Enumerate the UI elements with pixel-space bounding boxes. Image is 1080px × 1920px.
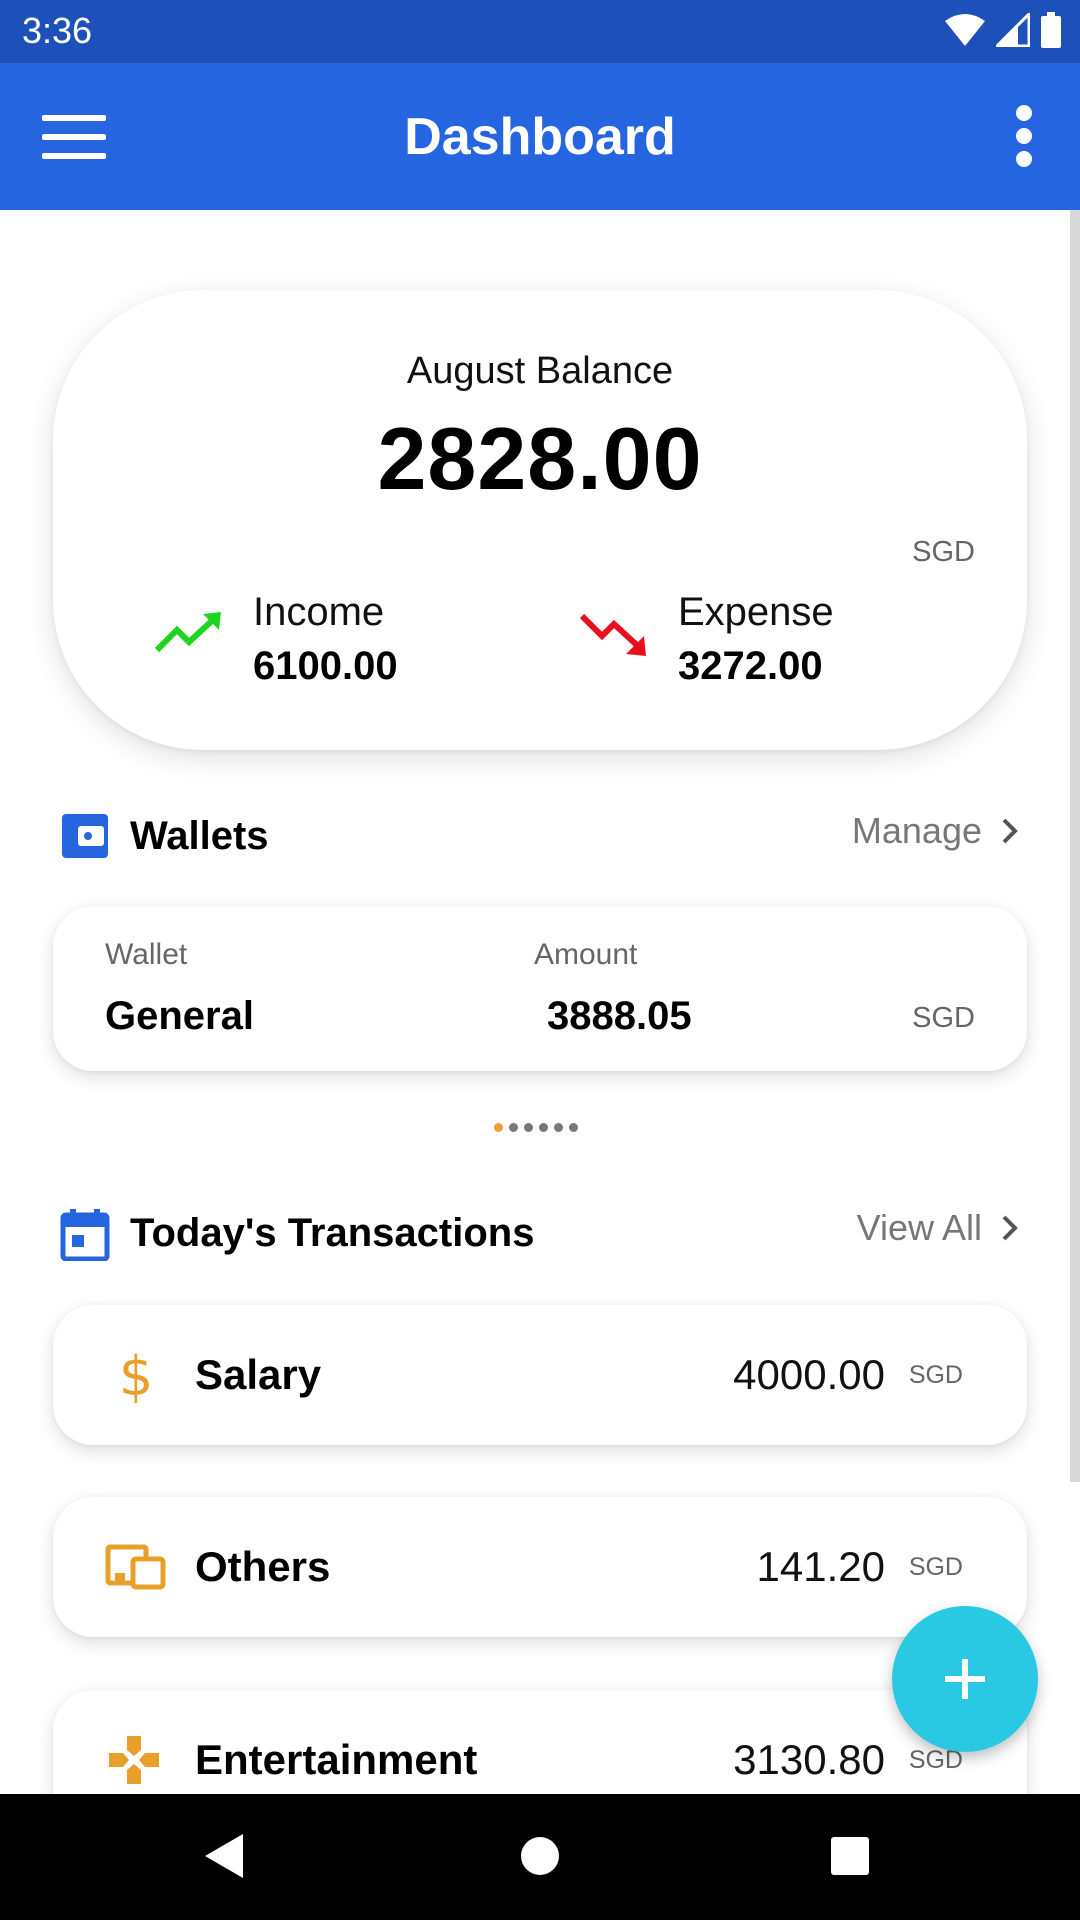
wallets-header: Wallets Manage [60,806,1020,866]
svg-text:$: $ [119,1347,153,1403]
battery-icon [1041,12,1061,48]
status-icons [944,12,1062,48]
transaction-name: Salary [195,1351,322,1398]
page-dot[interactable] [509,1123,518,1132]
balance-currency: SGD [912,536,975,568]
wallet-page-indicator [494,1123,578,1132]
expense-value: 3272.00 [678,644,823,688]
view-all-link[interactable]: View All [857,1207,1020,1249]
system-navigation-bar [0,1794,1080,1920]
transaction-amount: 141.20 [756,1543,885,1590]
wallet-card[interactable]: Wallet Amount General 3888.05 SGD [53,906,1027,1071]
more-options-button[interactable] [1014,105,1034,167]
transaction-currency: SGD [908,1553,963,1581]
view-all-label: View All [856,1207,982,1248]
transaction-name: Others [195,1543,331,1590]
wallet-name: General [105,994,254,1038]
transactions-header: Today's Transactions View All [60,1203,1020,1263]
transaction-amount: 4000.00 [733,1351,885,1398]
manage-wallets-link[interactable]: Manage [852,810,1020,852]
transaction-item[interactable]: $ Salary 4000.00 SGD [53,1305,1027,1445]
wallets-title: Wallets [130,814,269,858]
chevron-right-icon [1002,818,1018,844]
wallet-currency: SGD [912,1002,975,1034]
page-dot[interactable] [524,1123,533,1132]
amount-column-label: Amount [534,938,638,971]
wallet-amount: 3888.05 [547,994,692,1038]
more-dot [1016,128,1032,144]
balance-label: August Balance [406,350,674,392]
page-title: Dashboard [404,108,676,166]
income-label: Income [253,590,385,634]
devices-icon [105,1544,166,1590]
manage-label: Manage [851,810,982,851]
transactions-title: Today's Transactions [130,1211,535,1255]
cellular-signal-icon [996,13,1030,47]
page-dot[interactable] [569,1123,578,1132]
expense-label: Expense [678,590,834,634]
wallet-icon [62,814,108,858]
page-dot[interactable] [554,1123,563,1132]
income-value: 6100.00 [253,644,398,688]
recents-icon[interactable] [829,1832,871,1880]
page-dot[interactable] [494,1123,503,1132]
plus-icon [944,1658,986,1705]
page-dot[interactable] [539,1123,548,1132]
status-time: 3:36 [22,10,93,51]
more-dot [1016,151,1032,167]
balance-value: 2828.00 [377,409,703,508]
more-dot [1016,105,1032,121]
transaction-currency: SGD [908,1361,963,1389]
trending-up-icon [154,612,221,653]
home-icon[interactable] [519,1832,561,1880]
calendar-icon [60,1209,110,1261]
transaction-name: Entertainment [195,1736,478,1783]
add-transaction-button[interactable] [892,1606,1038,1752]
trending-down-icon [579,613,646,656]
wifi-icon [945,14,985,46]
chevron-right-icon [1002,1215,1018,1241]
gamepad-icon [109,1736,159,1784]
back-icon[interactable] [203,1832,247,1880]
transaction-item[interactable]: Others 141.20 SGD [53,1497,1027,1637]
app-bar: Dashboard [0,63,1080,210]
balance-card: August Balance 2828.00 SGD Income 6100.0… [53,290,1027,750]
scrollbar[interactable] [1070,210,1080,1482]
transaction-amount: 3130.80 [733,1736,885,1783]
status-bar: 3:36 [0,0,1080,63]
wallet-column-label: Wallet [105,938,188,971]
dollar-icon: $ [119,1347,153,1403]
